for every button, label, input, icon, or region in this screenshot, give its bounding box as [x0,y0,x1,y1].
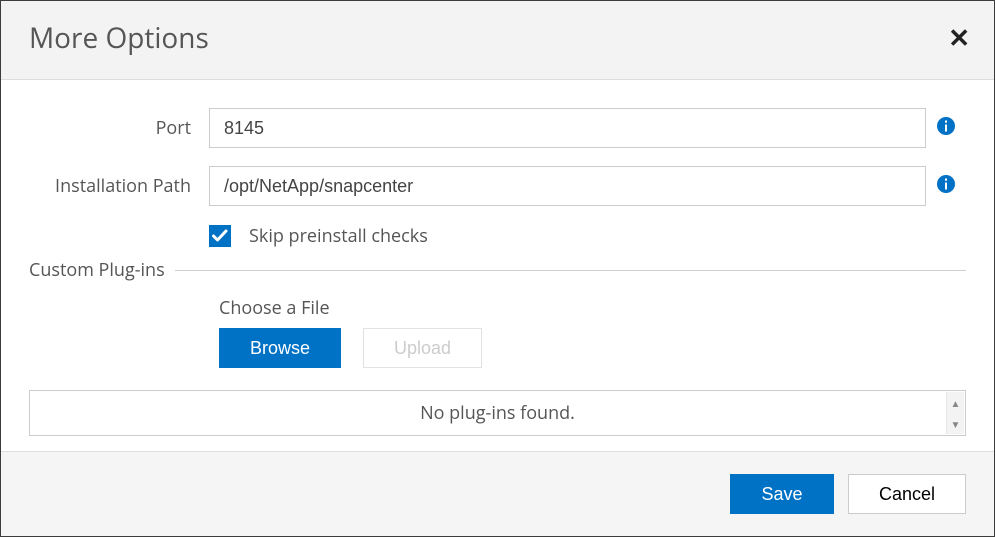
dialog-footer: Save Cancel [1,451,994,536]
plugins-section-label: Custom Plug-ins [29,258,175,282]
port-row: Port [29,108,966,148]
skip-checks-checkbox[interactable] [209,225,231,247]
save-button[interactable]: Save [730,474,834,514]
install-path-input[interactable] [209,166,926,206]
port-label: Port [29,116,209,140]
dialog-body: Port Installation Path Skip preinstall c… [1,80,994,451]
browse-button[interactable]: Browse [219,328,341,368]
port-input[interactable] [209,108,926,148]
list-scrollbar[interactable]: ▲ ▼ [946,392,964,434]
install-path-row: Installation Path [29,166,966,206]
skip-checks-label: Skip preinstall checks [249,224,428,248]
dialog-title: More Options [29,19,209,57]
dialog-header: More Options ✕ [1,1,994,80]
info-icon[interactable] [926,175,966,198]
cancel-button[interactable]: Cancel [848,474,966,514]
file-upload-area: Choose a File Browse Upload [219,296,966,368]
info-icon[interactable] [926,117,966,140]
more-options-dialog: More Options ✕ Port Installation Path Sk… [0,0,995,537]
plugins-empty-text: No plug-ins found. [420,401,575,425]
file-buttons: Browse Upload [219,328,966,368]
install-path-label: Installation Path [29,174,209,198]
plugins-list[interactable]: No plug-ins found. ▲ ▼ [29,390,966,436]
choose-file-label: Choose a File [219,296,966,320]
close-button[interactable]: ✕ [948,25,970,51]
divider-line [175,270,966,271]
skip-checks-row: Skip preinstall checks [209,224,966,248]
plugins-divider: Custom Plug-ins [29,258,966,282]
upload-button: Upload [363,328,482,368]
scroll-down-icon[interactable]: ▼ [947,413,964,434]
scroll-up-icon[interactable]: ▲ [947,392,964,413]
